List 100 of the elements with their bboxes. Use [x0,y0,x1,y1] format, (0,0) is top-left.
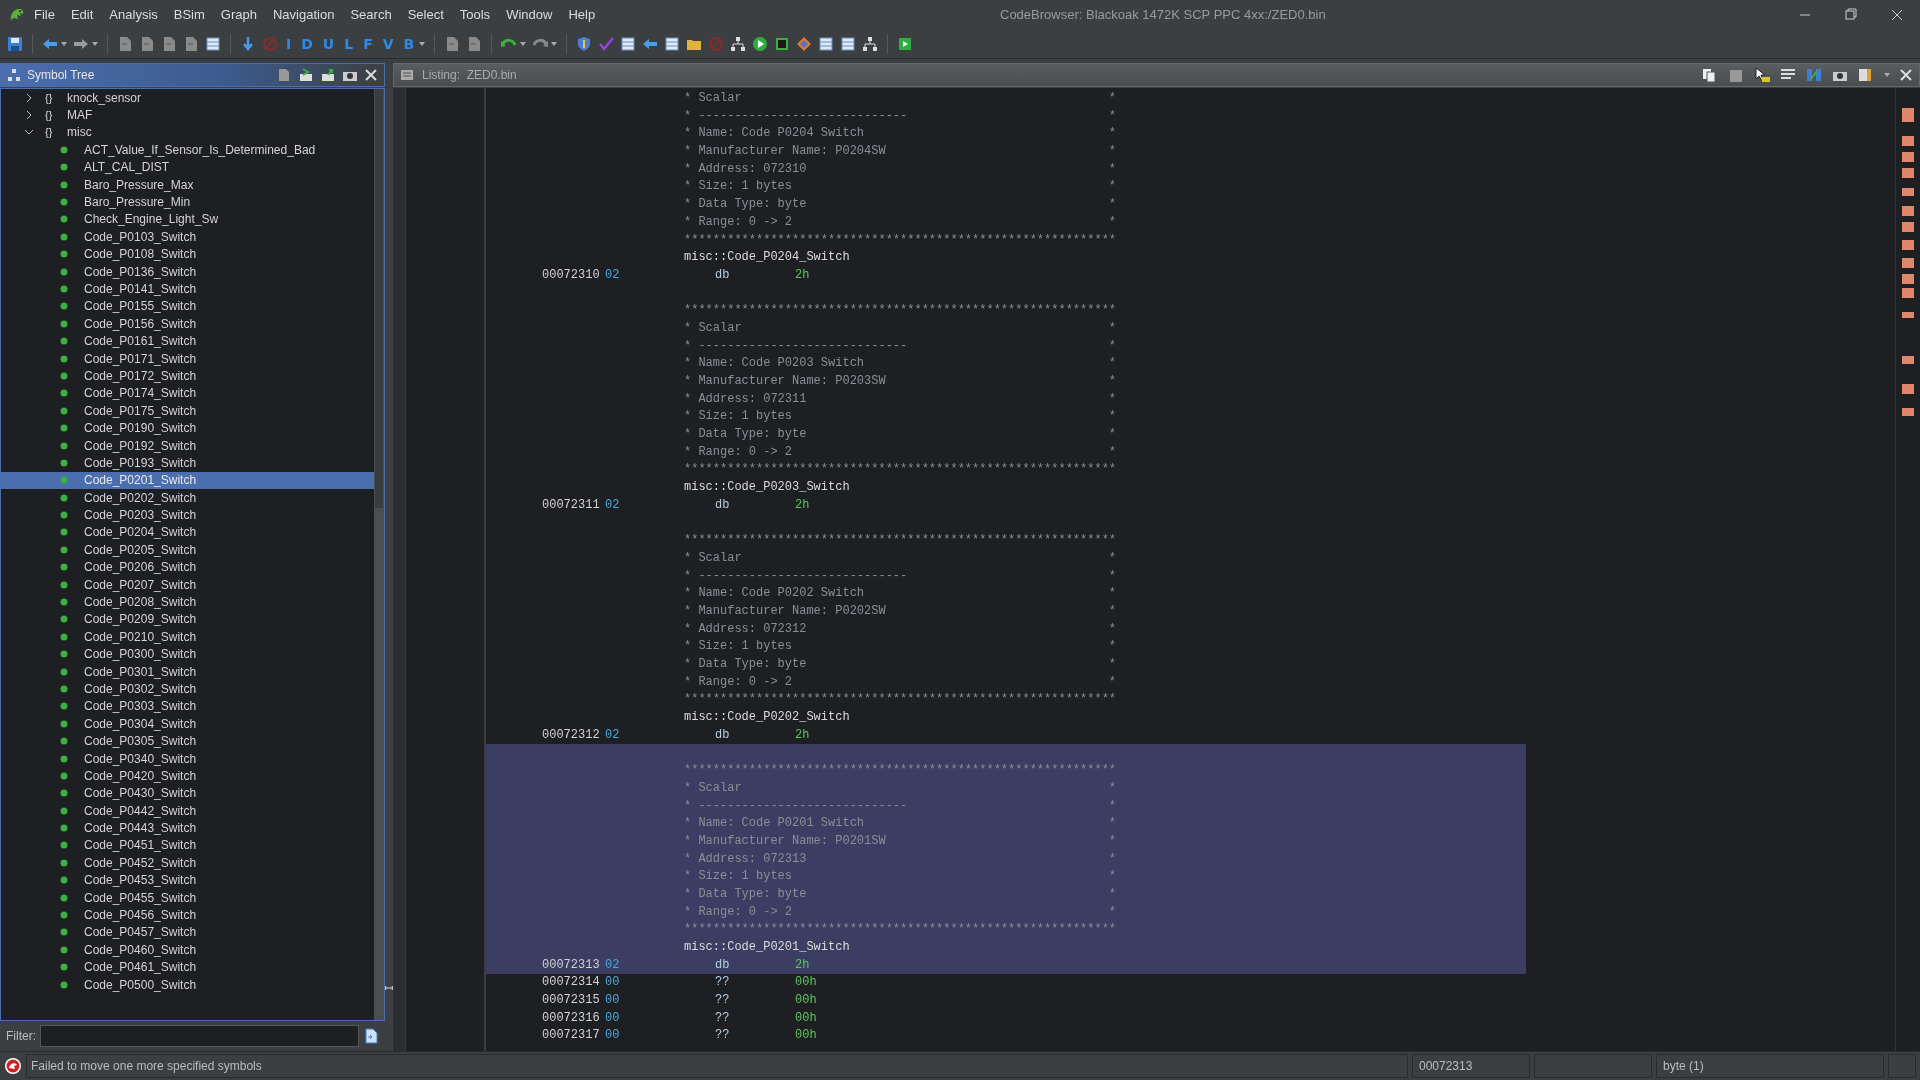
tree-item[interactable]: {} MAF [1,106,374,124]
tree-item[interactable]: Code_P0193_Switch [1,454,374,472]
tree-item[interactable]: ACT_Value_If_Sensor_Is_Determined_Bad [1,141,374,159]
label-text[interactable]: misc::Code_P0202_Switch [486,709,1526,727]
tree-item[interactable]: Code_P0452_Switch [1,854,374,872]
menu-item[interactable]: Edit [62,0,102,30]
tree-item[interactable]: Code_P0108_Switch [1,245,374,263]
tree-item[interactable]: Code_P0460_Switch [1,941,374,959]
scrollbar[interactable] [374,89,384,1020]
tree-item[interactable]: Baro_Pressure_Min [1,193,374,211]
menu-item[interactable]: Help [560,0,604,30]
tree-item[interactable]: Code_P0461_Switch [1,958,374,976]
table-icon[interactable] [817,35,836,53]
tree-item[interactable]: Code_P0442_Switch [1,802,374,820]
diamond-icon[interactable] [795,35,814,53]
tree-item[interactable]: Code_P0175_Switch [1,402,374,420]
close-icon[interactable] [364,68,378,82]
play-icon[interactable] [751,35,770,53]
tree-item[interactable]: Code_P0204_Switch [1,523,374,542]
tree-item[interactable]: ALT_CAL_DIST [1,158,374,176]
menu-item[interactable]: Analysis [101,0,166,30]
tree-item[interactable]: Code_P0430_Switch [1,784,374,802]
tree-item[interactable]: Code_P0455_Switch [1,888,374,907]
cursor-icon[interactable] [1753,67,1771,83]
menu-item[interactable]: Window [498,0,561,30]
tree-item[interactable]: Code_P0192_Switch [1,436,374,455]
dot-icon [60,441,68,450]
tree-item[interactable]: Code_P0202_Switch [1,489,374,507]
menu-item[interactable]: Search [342,0,400,30]
menu-item[interactable]: Select [399,0,452,30]
tree-item[interactable]: Code_P0205_Switch [1,541,374,559]
tree-item[interactable]: {} misc [1,123,374,142]
tree-item[interactable]: Code_P0456_Switch [1,906,374,924]
menu-item[interactable]: File [26,0,63,30]
code-unit[interactable]: 00072314 00 ?? 00h [486,974,1526,993]
tree-item[interactable]: Code_P0300_Switch [1,645,374,663]
menu-item[interactable]: Navigation [265,0,343,30]
tree-item[interactable]: Code_P0141_Switch [1,280,374,298]
menu-item[interactable]: Tools [451,0,499,30]
tree-item[interactable]: Code_P0305_Switch [1,732,374,750]
filter-options-icon[interactable] [363,1028,379,1044]
tree-item[interactable]: Code_P0206_Switch [1,558,374,576]
tree-item[interactable]: Code_P0203_Switch [1,506,374,524]
tree-item[interactable]: Code_P0443_Switch [1,819,374,837]
label-text[interactable]: misc::Code_P0204_Switch [486,249,1526,267]
label-text[interactable]: misc::Code_P0203_Switch [486,479,1526,497]
tree-icon[interactable] [729,35,748,53]
tree-item[interactable]: Code_P0457_Switch [1,923,374,942]
table-icon[interactable] [663,35,682,53]
page-icon[interactable] [204,35,222,53]
tree-item[interactable]: Code_P0301_Switch [1,662,374,681]
tree-item[interactable]: Code_P0172_Switch [1,367,374,385]
import-icon[interactable] [298,67,314,83]
tree-item[interactable]: Code_P0303_Switch [1,697,374,716]
tree-item[interactable]: Code_P0136_Switch [1,262,374,281]
save-icon[interactable] [6,35,24,53]
caret-icon[interactable] [91,42,99,46]
diff-icon[interactable] [1805,67,1823,83]
export-icon[interactable] [320,67,336,83]
close-icon[interactable] [1899,68,1913,82]
caret-icon[interactable] [550,42,559,46]
tree-item[interactable]: Code_P0174_Switch [1,384,374,403]
caret-icon[interactable] [1883,73,1891,77]
table-icon[interactable] [619,35,638,53]
label-text[interactable]: misc::Code_P0201_Switch [486,939,1526,957]
table-icon[interactable] [839,35,858,53]
tree-item[interactable]: Baro_Pressure_Max [1,175,374,194]
tree-item[interactable]: Code_P0171_Switch [1,349,374,368]
menu-item[interactable]: Graph [212,0,265,30]
caret-icon[interactable] [60,42,68,46]
tree-item[interactable]: Code_P0210_Switch [1,628,374,646]
tree-item[interactable]: Code_P0103_Switch [1,228,374,246]
filter-field[interactable] [40,1025,359,1047]
tree-item[interactable]: Code_P0207_Switch [1,575,374,594]
code-unit[interactable]: 00072315 00 ?? 00h [486,992,1526,1010]
tree-item[interactable]: Code_P0201_Switch [1,471,374,489]
tree-item[interactable]: Code_P0190_Switch [1,419,374,437]
tree-item[interactable]: Code_P0451_Switch [1,836,374,855]
resize-handle-icon[interactable] [385,983,393,993]
tree-item[interactable]: Code_P0304_Switch [1,715,374,733]
tree-item[interactable]: Code_P0453_Switch [1,871,374,889]
menu-item[interactable]: BSim [165,0,213,30]
tree-item[interactable]: Check_Engine_Light_Sw [1,210,374,229]
tree-item[interactable]: Code_P0155_Switch [1,297,374,316]
tree-item[interactable]: Code_P0161_Switch [1,332,374,350]
checkmark-icon[interactable] [597,35,616,53]
tree-item[interactable]: Code_P0340_Switch [1,749,374,768]
tree-item[interactable]: Code_P0420_Switch [1,767,374,785]
code-unit[interactable]: 00072316 00 ?? 00h [486,1009,1526,1028]
caret-icon[interactable] [418,42,427,46]
tree-item[interactable]: Code_P0208_Switch [1,593,374,611]
tree-item[interactable]: Code_P0302_Switch [1,680,374,698]
document-icon[interactable] [276,67,292,83]
tree-item[interactable]: Code_P0500_Switch [1,975,374,994]
tree-item[interactable]: Code_P0156_Switch [1,315,374,333]
tree-item[interactable]: Code_P0209_Switch [1,610,374,629]
tree-icon[interactable] [861,35,880,53]
tree-item[interactable]: {} knock_sensor [1,89,374,107]
caret-icon[interactable] [519,42,528,46]
code-unit[interactable]: 00072317 00 ?? 00h [486,1027,1526,1046]
